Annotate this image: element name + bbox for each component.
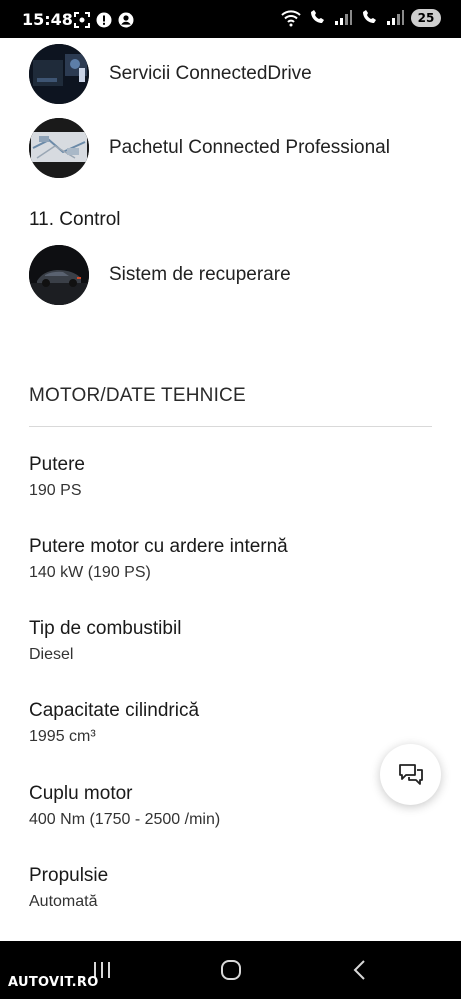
chat-icon (398, 763, 423, 785)
chat-button[interactable] (380, 744, 441, 805)
status-time: 15:48 (22, 10, 73, 29)
spec-value: 190 PS (29, 482, 82, 499)
spec-putere: Putere 190 PS (29, 454, 85, 500)
spec-cuplu-motor: Cuplu motor 400 Nm (1750 - 2500 /min) (29, 783, 220, 829)
service-item-sistem-recuperare[interactable]: Sistem de recuperare (29, 245, 291, 305)
spec-value: 1995 cm³ (29, 728, 96, 745)
signal-icon (387, 10, 404, 25)
spec-value: Automată (29, 893, 98, 910)
spec-label: Putere motor cu ardere internă (29, 536, 288, 557)
spec-capacitate-cilindrica: Capacitate cilindrică 1995 cm³ (29, 700, 199, 746)
status-left-icons (74, 12, 134, 28)
account-icon (118, 12, 134, 28)
back-icon (353, 960, 365, 980)
connected-professional-thumbnail (29, 118, 89, 178)
recovery-system-thumbnail (29, 245, 89, 305)
section-divider (29, 426, 432, 427)
watermark: AUTOVIT.RO (8, 975, 99, 990)
motor-section-title: MOTOR/DATE TEHNICE (29, 385, 246, 406)
home-button[interactable] (217, 957, 245, 983)
service-label: Servicii ConnectedDrive (109, 63, 312, 84)
alert-icon (96, 12, 112, 28)
service-label: Pachetul Connected Professional (109, 137, 390, 158)
home-icon (221, 960, 241, 980)
spec-label: Cuplu motor (29, 783, 133, 804)
spec-propulsie: Propulsie Automată (29, 865, 108, 911)
volte-call-icon (363, 10, 376, 23)
status-bar: 15:48 25 (0, 0, 461, 38)
spec-label: Capacitate cilindrică (29, 700, 200, 721)
spec-label: Propulsie (29, 865, 109, 886)
screenshot-icon (74, 12, 90, 28)
service-item-connecteddrive[interactable]: Servicii ConnectedDrive (29, 44, 312, 104)
spec-label: Putere (29, 454, 85, 475)
volte-call-icon (311, 10, 324, 23)
spec-label: Tip de combustibil (29, 618, 182, 639)
battery-indicator: 25 (411, 9, 441, 27)
spec-putere-motor-ardere: Putere motor cu ardere internă 140 kW (1… (29, 536, 288, 582)
control-section-heading: 11. Control (29, 209, 121, 230)
service-label: Sistem de recuperare (109, 264, 291, 285)
spec-value: 140 kW (190 PS) (29, 564, 151, 581)
service-item-connected-professional[interactable]: Pachetul Connected Professional (29, 118, 390, 178)
connecteddrive-thumbnail (29, 44, 89, 104)
spec-tip-combustibil: Tip de combustibil Diesel (29, 618, 181, 664)
spec-value: Diesel (29, 646, 74, 663)
status-right-icons: 25 (281, 9, 441, 27)
navigation-bar (0, 941, 461, 999)
signal-icon (335, 10, 352, 25)
spec-value: 400 Nm (1750 - 2500 /min) (29, 811, 221, 828)
back-button[interactable] (346, 957, 374, 983)
wifi-icon (281, 10, 301, 27)
